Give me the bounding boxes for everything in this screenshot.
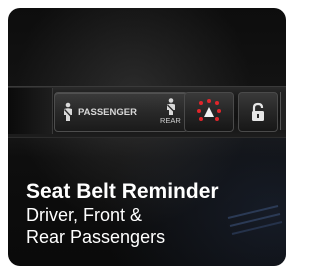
hazard-icon <box>197 99 221 121</box>
panel-right-edge <box>280 92 286 130</box>
caption-line-2: Rear Passengers <box>26 227 166 247</box>
caption-title: Seat Belt Reminder <box>26 180 219 203</box>
caption-line-1: Driver, Front & <box>26 205 143 225</box>
passenger-indicator-button[interactable]: PASSENGER REAR <box>54 92 188 132</box>
hazard-button[interactable] <box>184 92 234 132</box>
lock-icon <box>252 102 264 121</box>
panel-left-cap <box>8 88 53 134</box>
feature-card: PASSENGER REAR Seat Belt Reminder Driver… <box>8 8 286 266</box>
caption: Seat Belt Reminder Driver, Front & Rear … <box>26 180 282 248</box>
rear-label: REAR <box>160 116 181 125</box>
passenger-label: PASSENGER <box>78 106 137 118</box>
passenger-indicator: PASSENGER <box>61 100 157 124</box>
door-lock-button[interactable] <box>238 92 278 132</box>
seatbelt-passenger-icon <box>64 102 72 121</box>
